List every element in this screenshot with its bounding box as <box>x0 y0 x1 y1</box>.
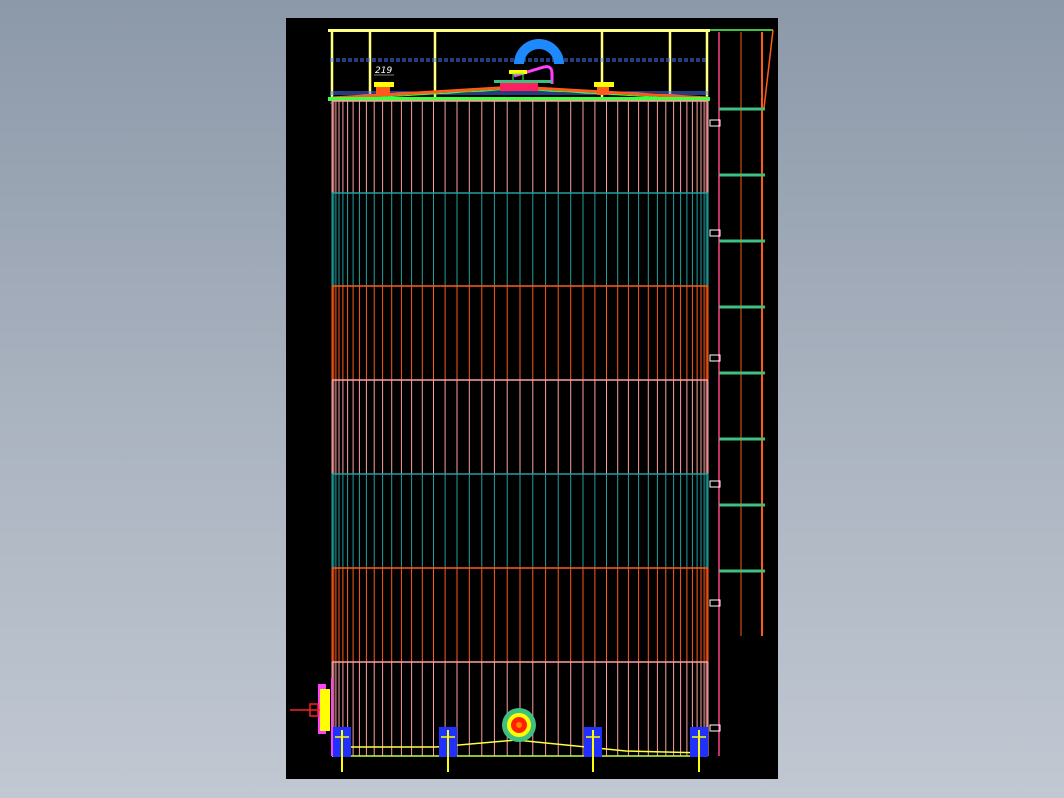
support-leg <box>333 727 351 772</box>
tank-shell <box>331 100 709 756</box>
tank-elevation-drawing: 219 <box>290 29 774 772</box>
support-leg <box>690 727 708 772</box>
ladder-rung <box>719 371 765 375</box>
cad-viewport: 219 <box>286 18 778 779</box>
ladder-rung <box>719 305 765 309</box>
vent-base-frame <box>494 80 552 83</box>
roof-nozzle-left-body <box>376 87 390 95</box>
roof-nozzle-right <box>594 82 614 87</box>
ladder-rung <box>719 503 765 507</box>
support-leg <box>584 727 602 772</box>
ladder-top-slant <box>763 29 774 109</box>
vent-elbow <box>514 39 564 64</box>
roof-structure: 219 <box>328 29 773 104</box>
roof-nozzle-left <box>374 82 394 87</box>
vent-base-red <box>500 83 538 91</box>
side-ladder <box>709 29 774 756</box>
ladder-rung <box>719 107 765 111</box>
roof-nozzle-right-body <box>597 87 609 95</box>
manhole-center <box>516 722 522 728</box>
ladder-rungs <box>719 107 765 573</box>
vent-flange <box>509 70 527 74</box>
side-inlet-body <box>320 689 330 731</box>
ladder-rung <box>719 173 765 177</box>
roof-top-beam <box>328 29 710 32</box>
roof-label-219: 219 <box>375 66 392 76</box>
support-leg <box>439 727 457 772</box>
ladder-rung <box>719 437 765 441</box>
ladder-rung <box>719 569 765 573</box>
ladder-rung <box>719 239 765 243</box>
